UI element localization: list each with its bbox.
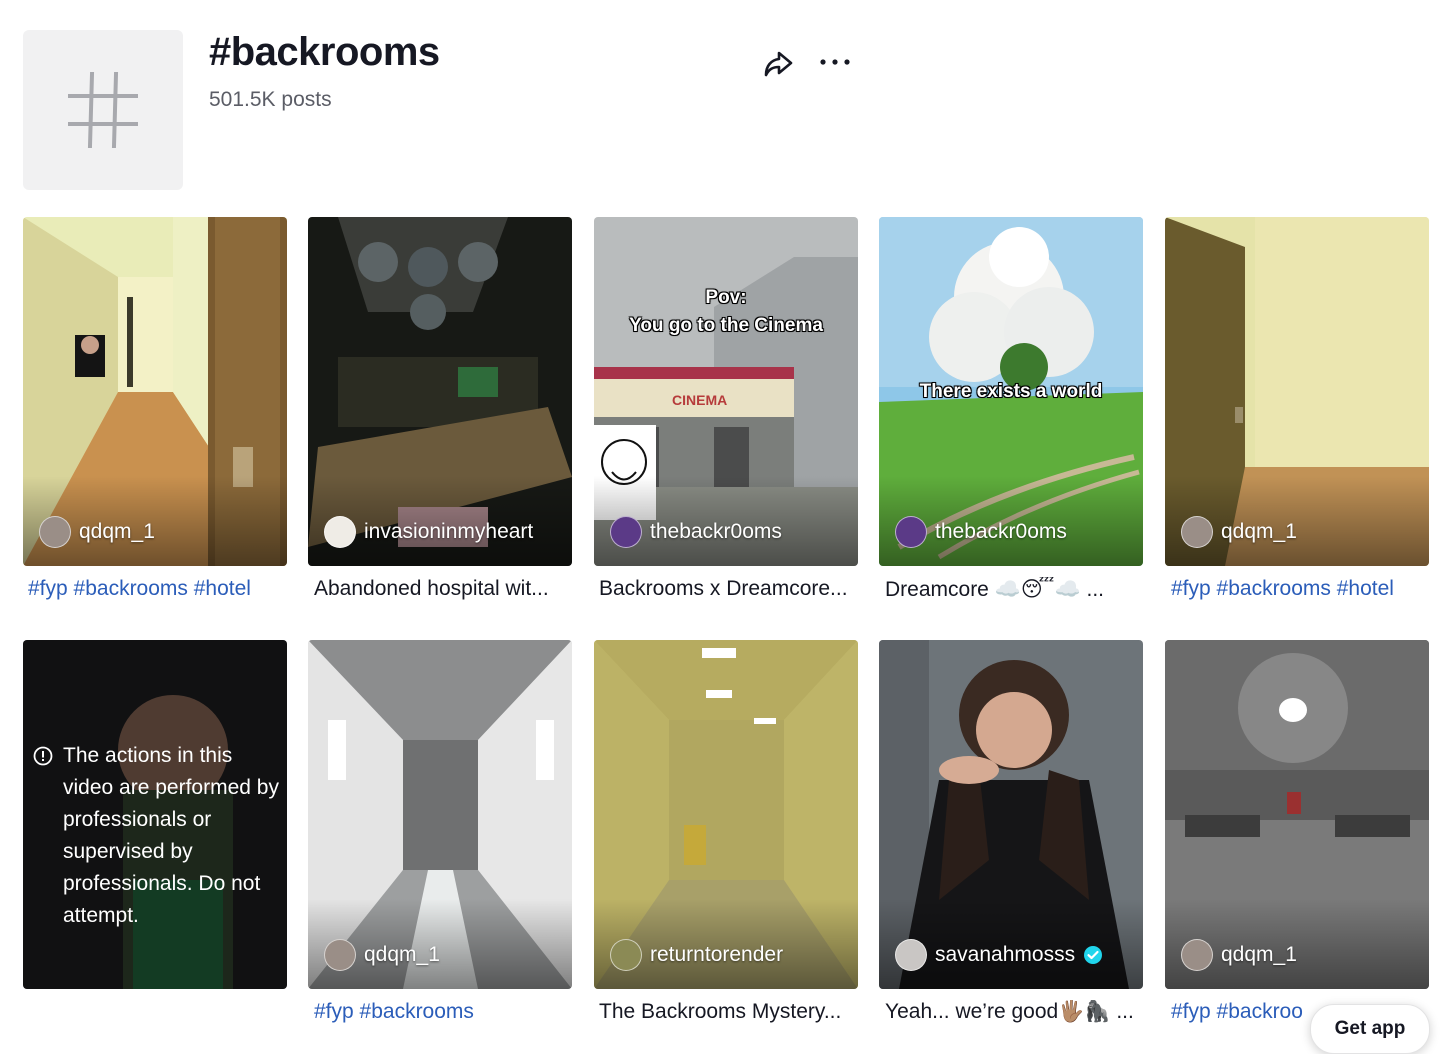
video-author[interactable]: savanahmosss: [895, 939, 1103, 971]
avatar: [1181, 939, 1213, 971]
info-icon: [33, 746, 53, 766]
video-author[interactable]: qdqm_1: [1181, 516, 1297, 548]
content-warning: The actions in this video are performed …: [23, 640, 287, 989]
more-options-button[interactable]: [814, 44, 856, 82]
video-overlay-text: There exists a world: [919, 381, 1103, 402]
avatar: [39, 516, 71, 548]
video-card[interactable]: qdqm_1: [1165, 640, 1429, 989]
avatar: [610, 516, 642, 548]
verified-badge-icon: [1084, 946, 1103, 964]
video-overlay-text: You go to the Cinema: [629, 315, 823, 336]
video-card[interactable]: qdqm_1: [23, 217, 287, 566]
video-card[interactable]: There exists a world thebackr0oms: [879, 217, 1143, 566]
get-app-button[interactable]: Get app: [1310, 1004, 1430, 1054]
video-card[interactable]: The actions in this video are performed …: [23, 640, 287, 989]
warning-text: The actions in this video are performed …: [63, 744, 279, 927]
video-card[interactable]: qdqm_1: [308, 640, 572, 989]
avatar: [610, 939, 642, 971]
video-author[interactable]: qdqm_1: [39, 516, 155, 548]
author-name: qdqm_1: [364, 943, 440, 966]
video-caption[interactable]: Abandoned hospital wit...: [314, 577, 578, 601]
video-caption[interactable]: Dreamcore ☁️😴☁️ ...: [885, 577, 1149, 602]
author-name: invasioninmyheart: [364, 520, 534, 543]
video-caption[interactable]: Yeah... we’re good🖐🏽🦍 ...: [885, 1000, 1149, 1024]
video-overlay-text: Pov:: [705, 287, 747, 308]
cinema-sign: CINEMA: [672, 392, 727, 408]
video-caption[interactable]: The Backrooms Mystery...: [599, 1000, 863, 1024]
avatar: [895, 516, 927, 548]
video-caption[interactable]: #fyp #backroo: [1171, 1000, 1311, 1024]
author-name: qdqm_1: [79, 520, 155, 543]
avatar: [324, 516, 356, 548]
video-card[interactable]: qdqm_1: [1165, 217, 1429, 566]
share-button[interactable]: [760, 44, 798, 82]
avatar: [324, 939, 356, 971]
video-author[interactable]: qdqm_1: [324, 939, 440, 971]
author-name: returntorender: [650, 943, 784, 966]
video-author[interactable]: returntorender: [610, 939, 783, 971]
video-card[interactable]: CINEMA Pov: You go to the Cinema theback…: [594, 217, 858, 566]
video-author[interactable]: thebackr0oms: [895, 516, 1067, 548]
author-name: thebackr0oms: [650, 520, 782, 543]
post-count: 501.5K posts: [209, 88, 332, 111]
video-card[interactable]: savanahmosss: [879, 640, 1143, 989]
hashtag-avatar: [23, 30, 183, 190]
video-author[interactable]: thebackr0oms: [610, 516, 782, 548]
share-icon: [764, 51, 793, 77]
video-caption[interactable]: Backrooms x Dreamcore...: [599, 577, 863, 601]
author-name: thebackr0oms: [935, 520, 1067, 543]
video-author[interactable]: invasioninmyheart: [324, 516, 533, 548]
more-icon: [820, 59, 850, 65]
video-card[interactable]: invasioninmyheart: [308, 217, 572, 566]
author-name: qdqm_1: [1221, 520, 1297, 543]
video-author[interactable]: qdqm_1: [1181, 939, 1297, 971]
author-name: savanahmosss: [935, 943, 1076, 966]
avatar: [895, 939, 927, 971]
video-caption[interactable]: #fyp #backrooms #hotel: [28, 577, 292, 601]
page-title: #backrooms: [209, 30, 440, 74]
video-caption[interactable]: #fyp #backrooms: [314, 1000, 578, 1024]
video-card[interactable]: returntorender: [594, 640, 858, 989]
hashtag-icon: [68, 71, 138, 149]
video-caption[interactable]: #fyp #backrooms #hotel: [1171, 577, 1435, 601]
avatar: [1181, 516, 1213, 548]
author-name: qdqm_1: [1221, 943, 1297, 966]
